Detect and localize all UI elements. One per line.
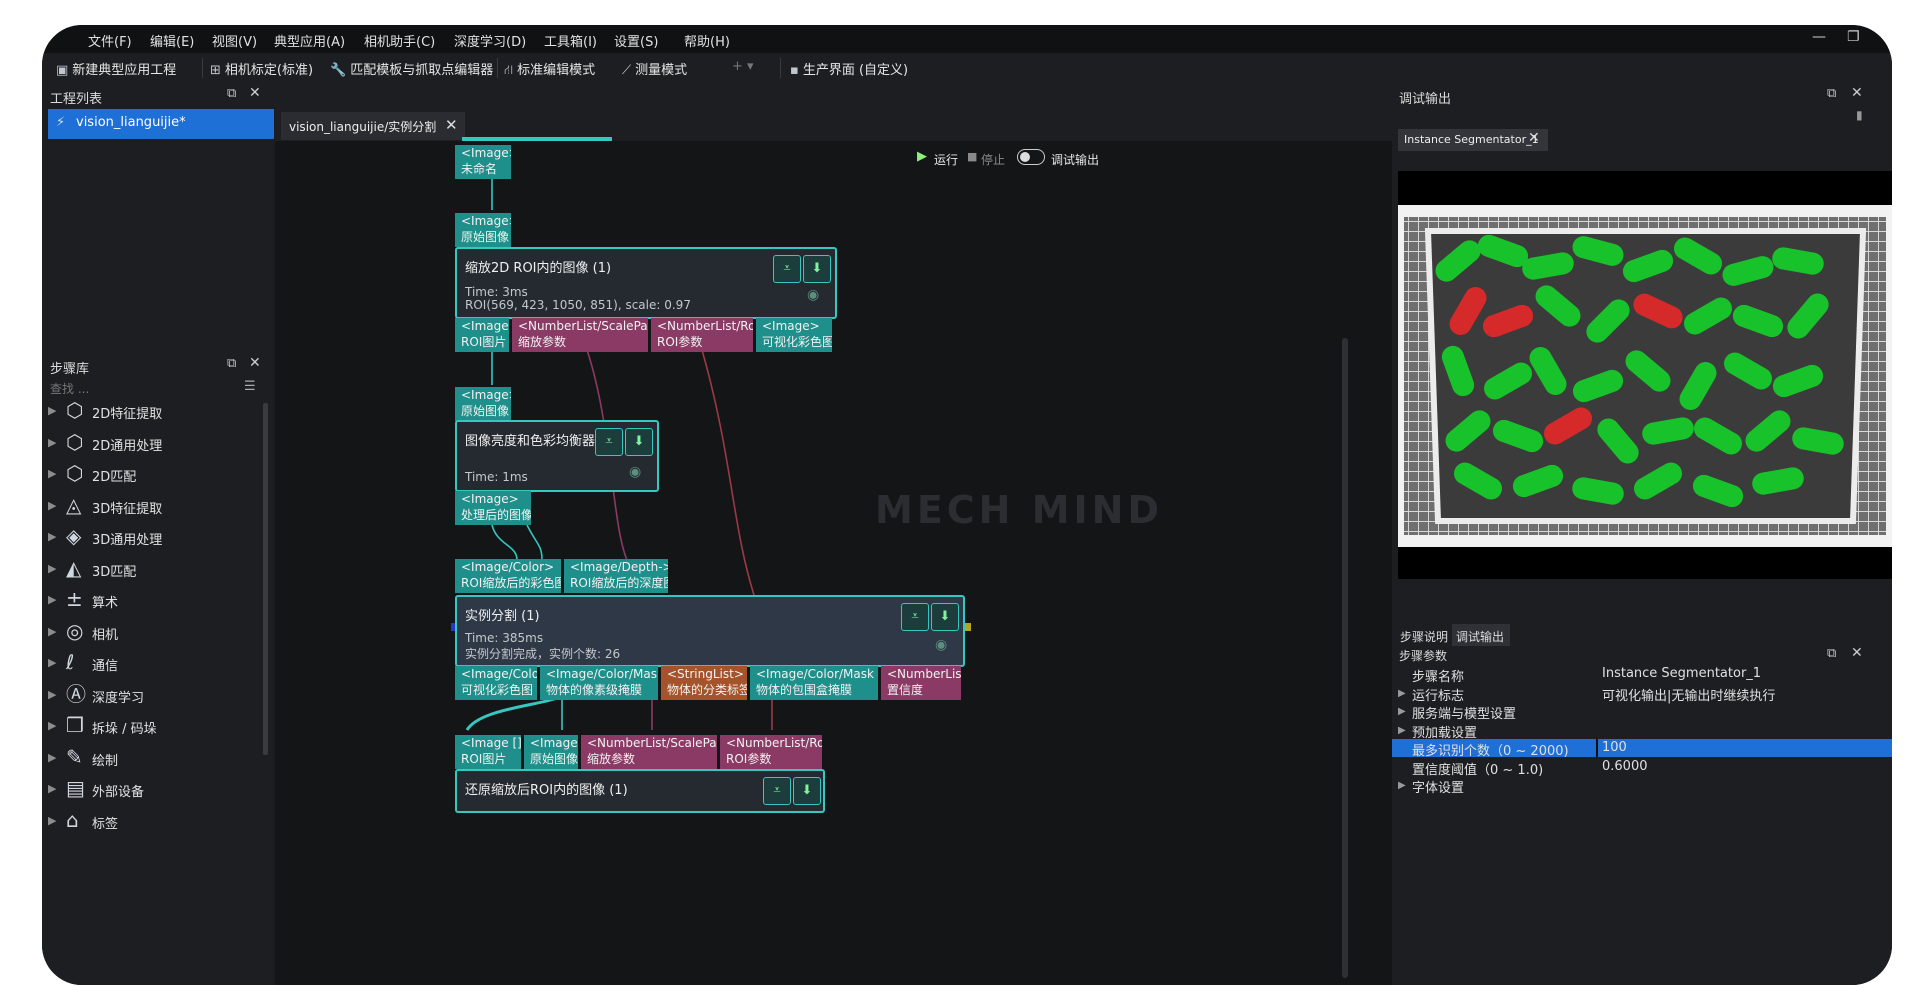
collapse-icon[interactable]: ⩡ <box>595 428 623 456</box>
port-roi-param[interactable]: <NumberList/Roi>ROI参数 <box>720 735 822 769</box>
node-title: 缩放2D ROI内的图像 (1) <box>465 261 612 276</box>
port-unnamed[interactable]: <Image>未命名 <box>455 145 511 179</box>
port-pixel-mask[interactable]: <Image/Color/Mask [] >物体的像素级掩膜 <box>540 666 658 700</box>
node-time: Time: 385ms <box>465 631 544 645</box>
param-row[interactable]: ▶ 预加载设置 <box>1392 721 1892 741</box>
debug-panel-title: 调试输出 <box>1399 92 1452 107</box>
node-brightness[interactable]: 图像亮度和色彩均衡器 (1) Time: 1ms ⩡ ⬇ ◉ <box>455 420 659 492</box>
visibility-icon[interactable]: ◉ <box>807 287 819 303</box>
node-info: ROI(569, 423, 1050, 851), scale: 0.97 <box>465 298 691 312</box>
param-key: 最多识别个数（0 ~ 2000) <box>1412 744 1569 759</box>
param-value[interactable]: 100 <box>1602 740 1627 755</box>
param-key: 预加载设置 <box>1412 725 1478 741</box>
params-table: 步骤名称 Instance Segmentator_1 ▶ 运行标志 可视化输出|无输出… <box>1392 665 1892 985</box>
debug-image-area[interactable] <box>1392 171 1892 579</box>
port-roi-param[interactable]: <NumberList/Roi>ROI参数 <box>651 318 753 352</box>
param-row[interactable]: 最多识别个数（0 ~ 2000) 100 <box>1392 739 1892 759</box>
tab-label: 步骤说明 <box>1400 630 1449 644</box>
collapse-icon[interactable]: ⩡ <box>773 255 801 283</box>
port-scale-param[interactable]: <NumberList/ScaleParam>缩放参数 <box>581 735 717 769</box>
tab-label: 调试输出 <box>1456 630 1505 644</box>
collapse-icon[interactable]: ⩡ <box>901 603 929 631</box>
port-confidence[interactable]: <NumberList>置信度 <box>881 666 961 700</box>
expand-arrow-icon[interactable]: ▶ <box>1398 688 1406 699</box>
port-processed-image[interactable]: <Image> 处理后的图像 <box>455 491 531 525</box>
trash-icon[interactable]: ▮ <box>1856 108 1863 122</box>
collapse-icon[interactable]: ⩡ <box>763 777 791 805</box>
param-value[interactable]: Instance Segmentator_1 <box>1602 666 1761 681</box>
expand-arrow-icon[interactable]: ▶ <box>1398 725 1406 736</box>
float-icon[interactable]: ⧉ <box>1827 86 1836 101</box>
param-key: 服务端与模型设置 <box>1412 707 1517 722</box>
port-roi-image-list[interactable]: <Image [] >ROI图片 <box>455 735 521 769</box>
node-restore-roi[interactable]: 还原缩放后ROI内的图像 (1) ⩡ ⬇ <box>455 769 825 813</box>
connector-line <box>701 349 755 596</box>
step-params-title: 步骤参数 <box>1399 649 1448 663</box>
port-class-labels[interactable]: <StringList> 物体的分类标签 <box>661 666 747 700</box>
param-row[interactable]: ▶ 字体设置 <box>1392 776 1892 796</box>
port-bbox-mask[interactable]: <Image/Color/Mask [] >物体的包围盒掩膜 <box>750 666 878 700</box>
cell-divider <box>1596 739 1598 757</box>
port-original-image[interactable]: <Image>原始图像 <box>455 213 511 247</box>
port-visual-color[interactable]: <Image> 可视化彩色图 <box>756 318 832 352</box>
port-roi-image[interactable]: <Image>ROI图片 <box>455 318 509 352</box>
node-title: 实例分割 (1) <box>465 609 540 624</box>
param-key: 字体设置 <box>1412 781 1465 796</box>
tab-debug-output[interactable]: 调试输出 <box>1452 624 1510 646</box>
download-icon[interactable]: ⬇ <box>931 603 959 631</box>
node-info: 实例分割完成，实例个数: 26 <box>465 647 621 661</box>
node-time: Time: 3ms <box>465 285 528 299</box>
connector-line <box>491 524 518 561</box>
download-icon[interactable]: ⬇ <box>793 777 821 805</box>
app-window: 文件(F) 编辑(E) 视图(V) 典型应用(A) 相机助手(C) 深度学习(D… <box>42 25 1892 985</box>
port-original-image[interactable]: <Image>原始图像 <box>524 735 578 769</box>
param-key: 置信度阈值（0 ~ 1.0) <box>1412 762 1544 778</box>
tab-step-description[interactable]: 步骤说明 <box>1398 624 1454 646</box>
param-row[interactable]: 置信度阈值（0 ~ 1.0) 0.6000 <box>1392 758 1892 778</box>
tab-instance-segmentator[interactable]: Instance Segmentator_1 ✕ <box>1398 129 1548 151</box>
param-row[interactable]: ▶ 运行标志 可视化输出|无输出时继续执行 <box>1392 684 1892 704</box>
expand-arrow-icon[interactable]: ▶ <box>1398 780 1406 791</box>
param-row[interactable]: 步骤名称 Instance Segmentator_1 <box>1392 665 1892 685</box>
node-time: Time: 1ms <box>465 470 528 484</box>
param-value[interactable]: 可视化输出|无输出时继续执行 <box>1602 685 1775 704</box>
node-title: 还原缩放后ROI内的图像 (1) <box>465 783 628 798</box>
visibility-icon[interactable]: ◉ <box>935 637 947 653</box>
port-scale-param[interactable]: <NumberList/ScaleParam>缩放参数 <box>512 318 648 352</box>
expand-arrow-icon[interactable]: ▶ <box>1398 706 1406 717</box>
close-icon[interactable]: ✕ <box>1528 130 1540 146</box>
port-original-image[interactable]: <Image>原始图像 <box>455 387 511 421</box>
port-roi-color[interactable]: <Image/Color> ROI缩放后的彩色图 <box>455 559 561 593</box>
port-visual-color[interactable]: <Image/Color>可视化彩色图 <box>455 666 537 700</box>
node-scale-roi[interactable]: 缩放2D ROI内的图像 (1) Time: 3ms ROI(569, 423,… <box>455 247 837 319</box>
param-value[interactable]: 0.6000 <box>1602 759 1648 774</box>
download-icon[interactable]: ⬇ <box>803 255 831 283</box>
close-icon[interactable]: ✕ <box>1851 85 1863 101</box>
port-roi-depth[interactable]: <Image/Depth-> ROI缩放后的深度图 <box>564 559 668 593</box>
download-icon[interactable]: ⬇ <box>625 428 653 456</box>
close-icon[interactable]: ✕ <box>1851 645 1863 661</box>
node-edge <box>462 137 612 141</box>
float-icon[interactable]: ⧉ <box>1827 646 1836 661</box>
param-row[interactable]: ▶ 服务端与模型设置 <box>1392 702 1892 722</box>
param-key: 步骤名称 <box>1412 670 1465 685</box>
visibility-icon[interactable]: ◉ <box>629 464 641 480</box>
node-instance-segmentation[interactable]: 实例分割 (1) Time: 385ms 实例分割完成，实例个数: 26 ⩡ ⬇… <box>455 595 965 667</box>
connector-line <box>526 524 543 561</box>
param-key: 运行标志 <box>1412 688 1465 704</box>
segmentation-image <box>1392 205 1892 547</box>
tab-label: Instance Segmentator_1 <box>1404 133 1539 146</box>
